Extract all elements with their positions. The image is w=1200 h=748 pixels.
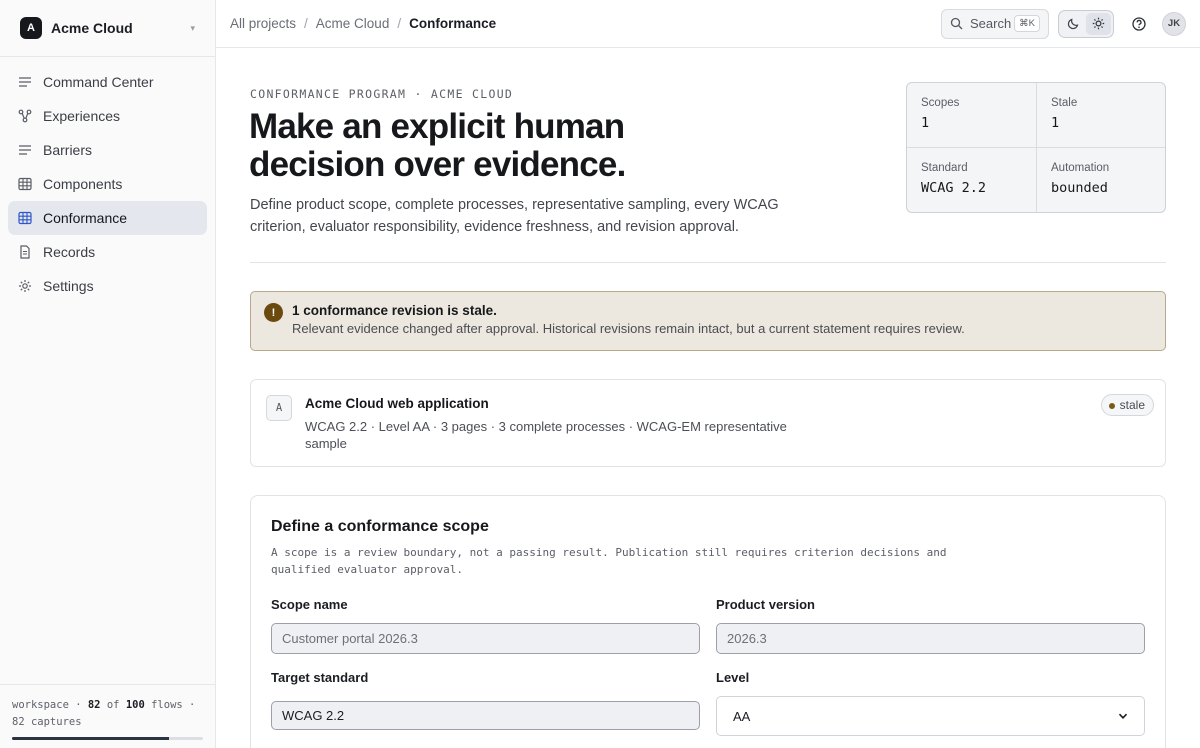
usage-footer: workspace · 82 of 100 flows · 82 capture… xyxy=(0,684,215,748)
sidebar-item-barriers[interactable]: Barriers xyxy=(8,133,207,167)
grid-icon xyxy=(18,211,32,225)
level-label: Level xyxy=(716,670,750,685)
nodes-icon xyxy=(18,109,32,123)
lines-icon xyxy=(19,77,31,87)
breadcrumb-all-projects[interactable]: All projects xyxy=(230,16,296,31)
breadcrumb-current: Conformance xyxy=(409,16,497,31)
stale-alert: ! 1 conformance revision is stale. Relev… xyxy=(250,291,1166,351)
page-title: Make an explicit human decision over evi… xyxy=(249,107,626,184)
dark-mode-option[interactable] xyxy=(1061,13,1086,35)
sidebar-item-settings[interactable]: Settings xyxy=(8,269,207,303)
workspace-switcher[interactable]: A Acme Cloud ▾ xyxy=(0,0,215,57)
sidebar-item-label: Components xyxy=(43,176,123,192)
sidebar-item-label: Conformance xyxy=(43,210,128,226)
search-shortcut: ⌘K xyxy=(1014,15,1040,32)
stats-panel: Scopes 1 Stale 1 Standard WCAG 2.2 Autom… xyxy=(906,82,1166,213)
help-icon xyxy=(1132,16,1146,31)
usage-text: workspace · 82 of 100 flows · 82 capture… xyxy=(12,699,196,728)
form-help: A scope is a review boundary, not a pass… xyxy=(271,546,947,576)
breadcrumb-project[interactable]: Acme Cloud xyxy=(316,16,390,31)
scope-name-label: Scope name xyxy=(271,597,348,612)
scope-meta: WCAG 2.2 · Level AA · 3 pages · 3 comple… xyxy=(305,419,787,451)
sidebar-item-components[interactable]: Components xyxy=(8,167,207,201)
target-standard-label: Target standard xyxy=(271,670,369,685)
theme-toggle[interactable] xyxy=(1058,9,1114,38)
stat-standard: Standard WCAG 2.2 xyxy=(907,148,1037,212)
avatar[interactable]: JK xyxy=(1162,11,1186,36)
page-subtitle: Define product scope, complete processes… xyxy=(250,197,779,235)
breadcrumb-separator: / xyxy=(397,16,402,31)
scope-name-input[interactable] xyxy=(271,623,700,654)
stat-label: Stale xyxy=(1051,97,1078,109)
topbar: All projects / Acme Cloud / Conformance … xyxy=(216,0,1200,48)
stat-automation: Automation bounded xyxy=(1037,148,1165,212)
stat-label: Scopes xyxy=(921,97,960,109)
search-icon xyxy=(950,17,963,30)
sidebar-item-conformance[interactable]: Conformance xyxy=(8,201,207,235)
section-divider xyxy=(250,262,1166,263)
stat-label: Standard xyxy=(921,162,968,174)
stat-value: 1 xyxy=(1051,115,1060,131)
stat-label: Automation xyxy=(1051,162,1110,174)
alert-body: Relevant evidence changed after approval… xyxy=(292,321,965,336)
stat-value: WCAG 2.2 xyxy=(921,180,987,196)
level-select[interactable]: AA xyxy=(716,696,1145,736)
sidebar-item-records[interactable]: Records xyxy=(8,235,207,269)
scope-avatar: A xyxy=(266,395,292,421)
product-version-input[interactable] xyxy=(716,623,1145,654)
sidebar-item-label: Records xyxy=(43,244,96,260)
search-label: Search xyxy=(970,16,1012,31)
workspace-logo: A xyxy=(20,17,42,39)
sidebar-item-command-center[interactable]: Command Center xyxy=(8,65,207,99)
sun-icon xyxy=(1092,17,1105,30)
chevron-down-icon xyxy=(1118,713,1128,719)
sidebar-item-label: Experiences xyxy=(43,108,121,124)
sidebar-item-label: Command Center xyxy=(43,74,154,90)
target-standard-input[interactable] xyxy=(271,701,700,730)
sidebar-nav: Command Center Experiences Barriers Comp… xyxy=(0,57,215,311)
status-dot-icon xyxy=(1108,403,1115,409)
status-badge-label: stale xyxy=(1119,398,1145,412)
status-badge: stale xyxy=(1100,394,1154,416)
help-button[interactable] xyxy=(1128,13,1150,35)
scope-form: Define a conformance scope A scope is a … xyxy=(250,495,1166,748)
stat-value: 1 xyxy=(921,115,930,131)
lines-icon xyxy=(19,145,31,155)
sidebar: A Acme Cloud ▾ Command Center Experience… xyxy=(0,0,216,748)
page-eyebrow: CONFORMANCE PROGRAM · ACME CLOUD xyxy=(250,87,514,101)
scope-title: Acme Cloud web application xyxy=(305,396,489,411)
warning-icon: ! xyxy=(264,303,283,322)
moon-icon xyxy=(1067,18,1079,30)
level-select-value: AA xyxy=(733,708,751,724)
usage-progress-fill xyxy=(12,737,169,740)
document-icon xyxy=(20,245,30,259)
search-button[interactable]: Search ⌘K xyxy=(941,8,1049,39)
sidebar-item-experiences[interactable]: Experiences xyxy=(8,99,207,133)
chevron-down-icon: ▾ xyxy=(190,22,195,33)
breadcrumb: All projects / Acme Cloud / Conformance xyxy=(230,16,941,31)
form-title: Define a conformance scope xyxy=(271,518,489,535)
workspace-name: Acme Cloud xyxy=(51,20,133,36)
breadcrumb-separator: / xyxy=(304,16,308,31)
main-content: CONFORMANCE PROGRAM · ACME CLOUD Make an… xyxy=(216,48,1200,748)
alert-title: 1 conformance revision is stale. xyxy=(292,303,497,318)
stat-stale: Stale 1 xyxy=(1037,83,1165,148)
stat-value: bounded xyxy=(1051,180,1108,196)
gear-icon xyxy=(19,280,31,292)
light-mode-option[interactable] xyxy=(1086,12,1111,35)
usage-progress-bar xyxy=(12,737,203,740)
stat-scopes: Scopes 1 xyxy=(907,83,1037,148)
sidebar-item-label: Settings xyxy=(43,278,94,294)
scope-card[interactable]: A Acme Cloud web application WCAG 2.2 · … xyxy=(250,379,1166,467)
sidebar-item-label: Barriers xyxy=(43,142,93,158)
product-version-label: Product version xyxy=(716,597,815,612)
grid-icon xyxy=(18,177,32,191)
